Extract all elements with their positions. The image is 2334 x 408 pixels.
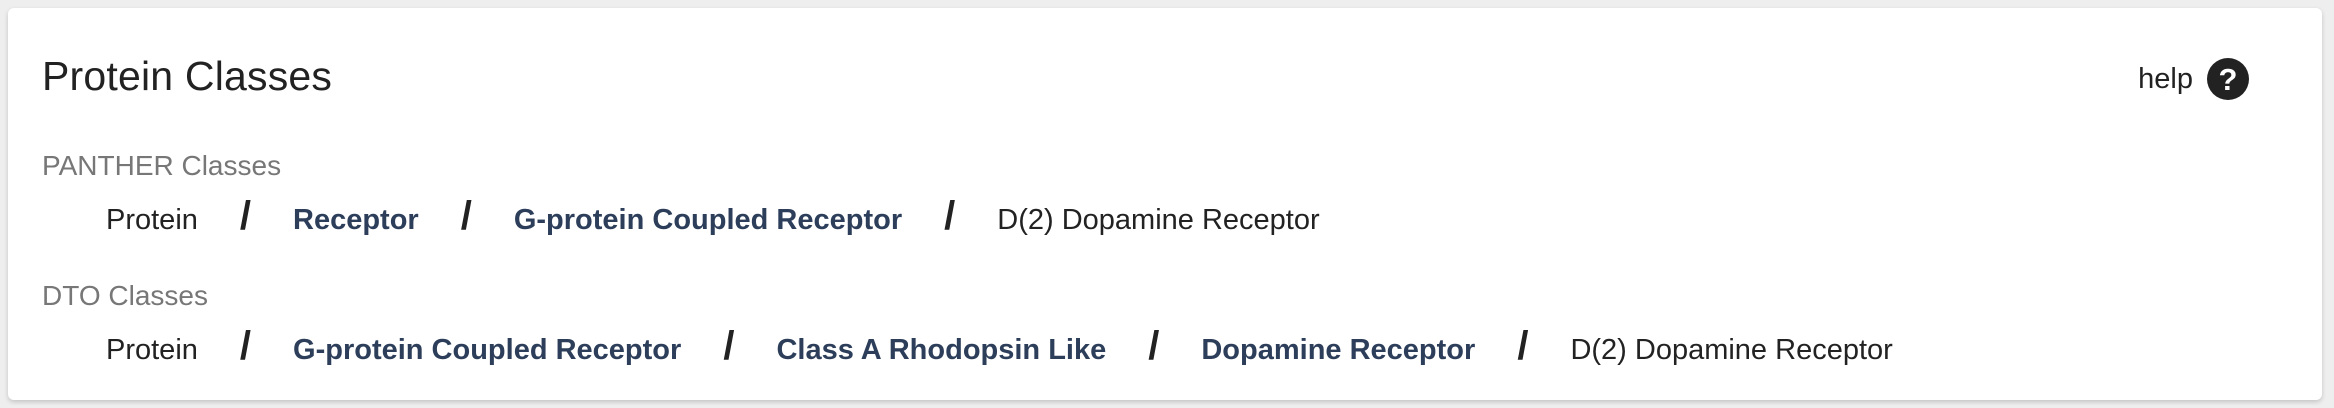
panther-crumb-receptor[interactable]: Receptor bbox=[293, 195, 419, 245]
breadcrumb-separator: / bbox=[460, 194, 472, 238]
dto-breadcrumb: Protein / G-protein Coupled Receptor / C… bbox=[106, 324, 1893, 375]
breadcrumb-separator: / bbox=[239, 324, 252, 368]
breadcrumb-separator: / bbox=[944, 194, 956, 238]
panther-classes-label: PANTHER Classes bbox=[42, 150, 282, 181]
breadcrumb-separator: / bbox=[1148, 324, 1160, 368]
card-title: Protein Classes bbox=[42, 53, 333, 99]
breadcrumb-separator: / bbox=[239, 194, 252, 238]
dto-crumb-class-a-rhodopsin-like[interactable]: Class A Rhodopsin Like bbox=[776, 325, 1106, 375]
panther-breadcrumb: Protein / Receptor / G-protein Coupled R… bbox=[106, 194, 1320, 245]
help-button[interactable]: help ? bbox=[2138, 58, 2249, 100]
help-label: help bbox=[2138, 63, 2193, 95]
question-circle-icon: ? bbox=[2207, 58, 2249, 100]
panther-crumb-d2-dopamine-receptor: D(2) Dopamine Receptor bbox=[997, 204, 1320, 236]
dto-crumb-d2-dopamine-receptor: D(2) Dopamine Receptor bbox=[1570, 334, 1893, 366]
dto-crumb-dopamine-receptor[interactable]: Dopamine Receptor bbox=[1201, 325, 1475, 375]
panther-crumb-protein: Protein bbox=[106, 204, 198, 236]
breadcrumb-separator: / bbox=[723, 324, 735, 368]
dto-classes-label: DTO Classes bbox=[42, 280, 208, 311]
protein-classes-card: Protein Classes help ? PANTHER Classes P… bbox=[8, 8, 2322, 400]
dto-crumb-gpcr[interactable]: G-protein Coupled Receptor bbox=[293, 325, 681, 375]
panther-crumb-gpcr[interactable]: G-protein Coupled Receptor bbox=[514, 195, 902, 245]
breadcrumb-separator: / bbox=[1517, 324, 1529, 368]
dto-crumb-protein: Protein bbox=[106, 334, 198, 366]
